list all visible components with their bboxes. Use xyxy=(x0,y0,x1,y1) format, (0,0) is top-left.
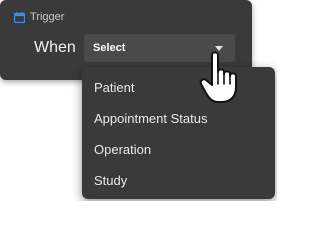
option-study[interactable]: Study xyxy=(94,173,127,189)
calendar-icon xyxy=(14,12,25,23)
option-appointment-status[interactable]: Appointment Status xyxy=(94,111,207,127)
stage: Trigger When Select Patient Appointment … xyxy=(0,0,277,201)
trigger-title: Trigger xyxy=(30,11,65,23)
option-patient[interactable]: Patient xyxy=(94,80,134,96)
hand-pointer-icon xyxy=(199,51,237,103)
trigger-header: Trigger xyxy=(14,11,64,24)
option-operation[interactable]: Operation xyxy=(94,142,151,158)
when-label: When xyxy=(34,39,76,56)
select-value: Select xyxy=(93,42,126,54)
